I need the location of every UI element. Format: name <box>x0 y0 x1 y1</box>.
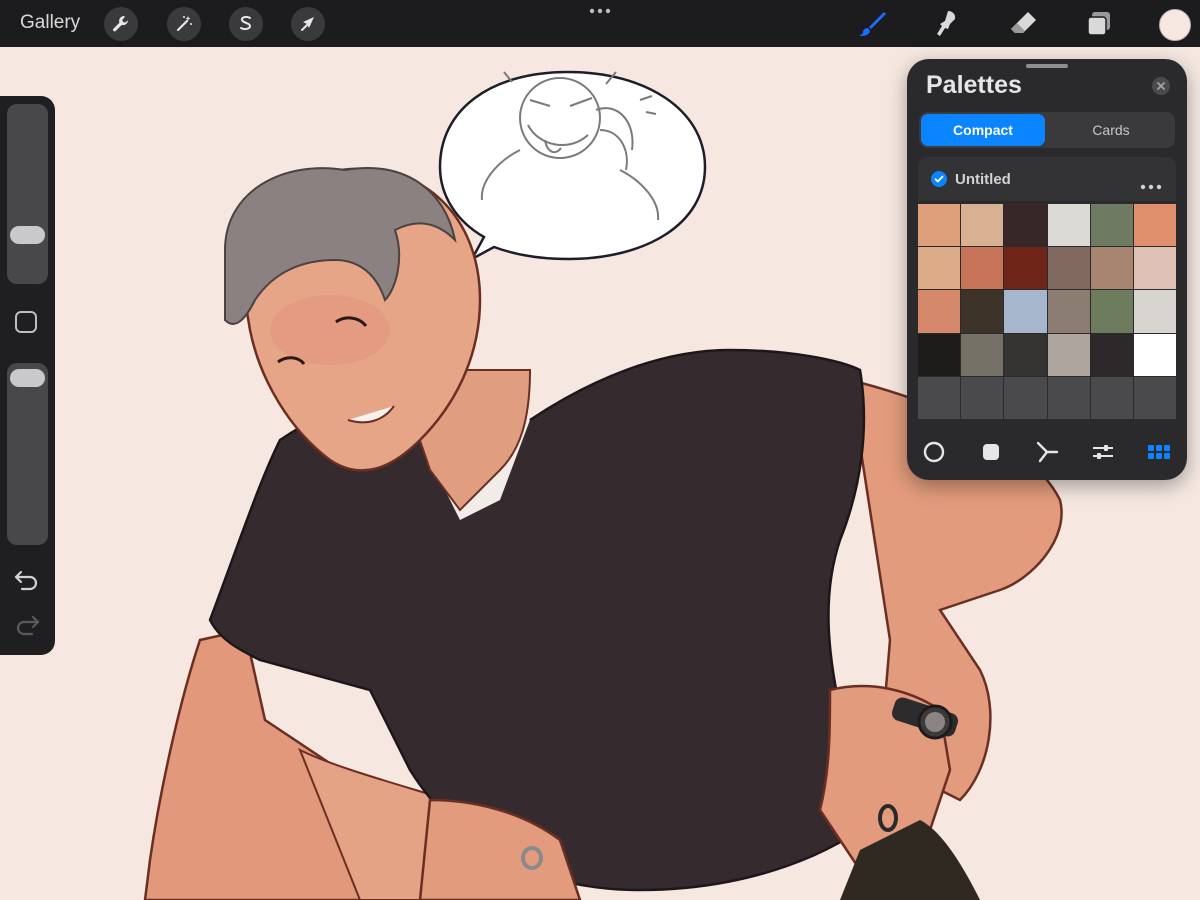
smudge-icon[interactable] <box>930 8 962 40</box>
brush-size-slider[interactable] <box>7 104 48 284</box>
color-swatch[interactable] <box>1047 333 1090 376</box>
undo-icon[interactable] <box>13 568 41 597</box>
panel-title: Palettes <box>926 71 1022 99</box>
wrench-icon[interactable] <box>104 7 138 41</box>
palette-name: Untitled <box>955 171 1011 188</box>
left-sidebar <box>0 96 55 655</box>
selection-icon[interactable] <box>229 7 263 41</box>
color-swatch[interactable] <box>1133 376 1176 419</box>
magic-wand-icon[interactable] <box>167 7 201 41</box>
color-swatch[interactable] <box>1133 290 1176 333</box>
color-swatch[interactable] <box>1090 333 1133 376</box>
color-swatch[interactable] <box>1004 247 1047 290</box>
eraser-icon[interactable] <box>1007 8 1039 40</box>
disc-icon[interactable] <box>921 439 947 465</box>
color-swatch[interactable] <box>1047 247 1090 290</box>
color-swatch[interactable] <box>1047 376 1090 419</box>
brush-opacity-slider[interactable] <box>7 363 48 545</box>
color-mode-bar <box>907 437 1187 467</box>
color-swatch[interactable] <box>1004 204 1047 247</box>
color-swatch[interactable] <box>1004 333 1047 376</box>
color-swatch[interactable] <box>961 247 1004 290</box>
color-swatch[interactable] <box>1133 247 1176 290</box>
view-mode-segmented-control: Compact Cards <box>919 112 1175 148</box>
color-swatch[interactable] <box>918 376 961 419</box>
layers-icon[interactable] <box>1083 8 1115 40</box>
more-options-icon[interactable] <box>588 4 612 22</box>
top-toolbar: Gallery <box>0 0 1200 47</box>
active-color-swatch[interactable] <box>1159 9 1191 41</box>
palettes-icon[interactable] <box>1146 439 1172 465</box>
swatch-grid <box>918 204 1176 419</box>
gallery-button[interactable]: Gallery <box>20 12 80 34</box>
palette-header-row[interactable]: Untitled <box>918 157 1176 201</box>
panel-grabber[interactable] <box>1026 64 1068 68</box>
tab-cards[interactable]: Cards <box>1049 114 1173 146</box>
modify-icon[interactable] <box>15 311 37 333</box>
harmony-icon[interactable] <box>1034 439 1060 465</box>
color-swatch[interactable] <box>1004 290 1047 333</box>
brush-opacity-thumb[interactable] <box>10 369 45 387</box>
redo-icon[interactable] <box>13 613 41 642</box>
value-icon[interactable] <box>1090 439 1116 465</box>
color-swatch[interactable] <box>961 204 1004 247</box>
color-swatch[interactable] <box>1090 290 1133 333</box>
color-swatch[interactable] <box>918 333 961 376</box>
color-swatch[interactable] <box>1133 333 1176 376</box>
color-swatch[interactable] <box>1090 204 1133 247</box>
palettes-panel: Palettes Compact Cards Untitled <box>907 59 1187 480</box>
transform-arrow-icon[interactable] <box>291 7 325 41</box>
color-swatch[interactable] <box>918 290 961 333</box>
brush-icon[interactable] <box>856 8 888 40</box>
color-swatch[interactable] <box>1047 204 1090 247</box>
color-swatch[interactable] <box>918 247 961 290</box>
color-swatch[interactable] <box>918 204 961 247</box>
brush-size-thumb[interactable] <box>10 226 45 244</box>
color-swatch[interactable] <box>961 290 1004 333</box>
color-swatch[interactable] <box>961 333 1004 376</box>
classic-icon[interactable] <box>978 439 1004 465</box>
color-swatch[interactable] <box>1090 376 1133 419</box>
color-swatch[interactable] <box>1133 204 1176 247</box>
color-swatch[interactable] <box>1004 376 1047 419</box>
speech-bubble <box>438 70 707 263</box>
color-swatch[interactable] <box>961 376 1004 419</box>
palette-more-icon[interactable] <box>1140 177 1162 195</box>
color-swatch[interactable] <box>1090 247 1133 290</box>
checkmark-icon[interactable] <box>931 171 947 187</box>
close-icon[interactable] <box>1152 77 1170 95</box>
tab-compact[interactable]: Compact <box>921 114 1045 146</box>
color-swatch[interactable] <box>1047 290 1090 333</box>
